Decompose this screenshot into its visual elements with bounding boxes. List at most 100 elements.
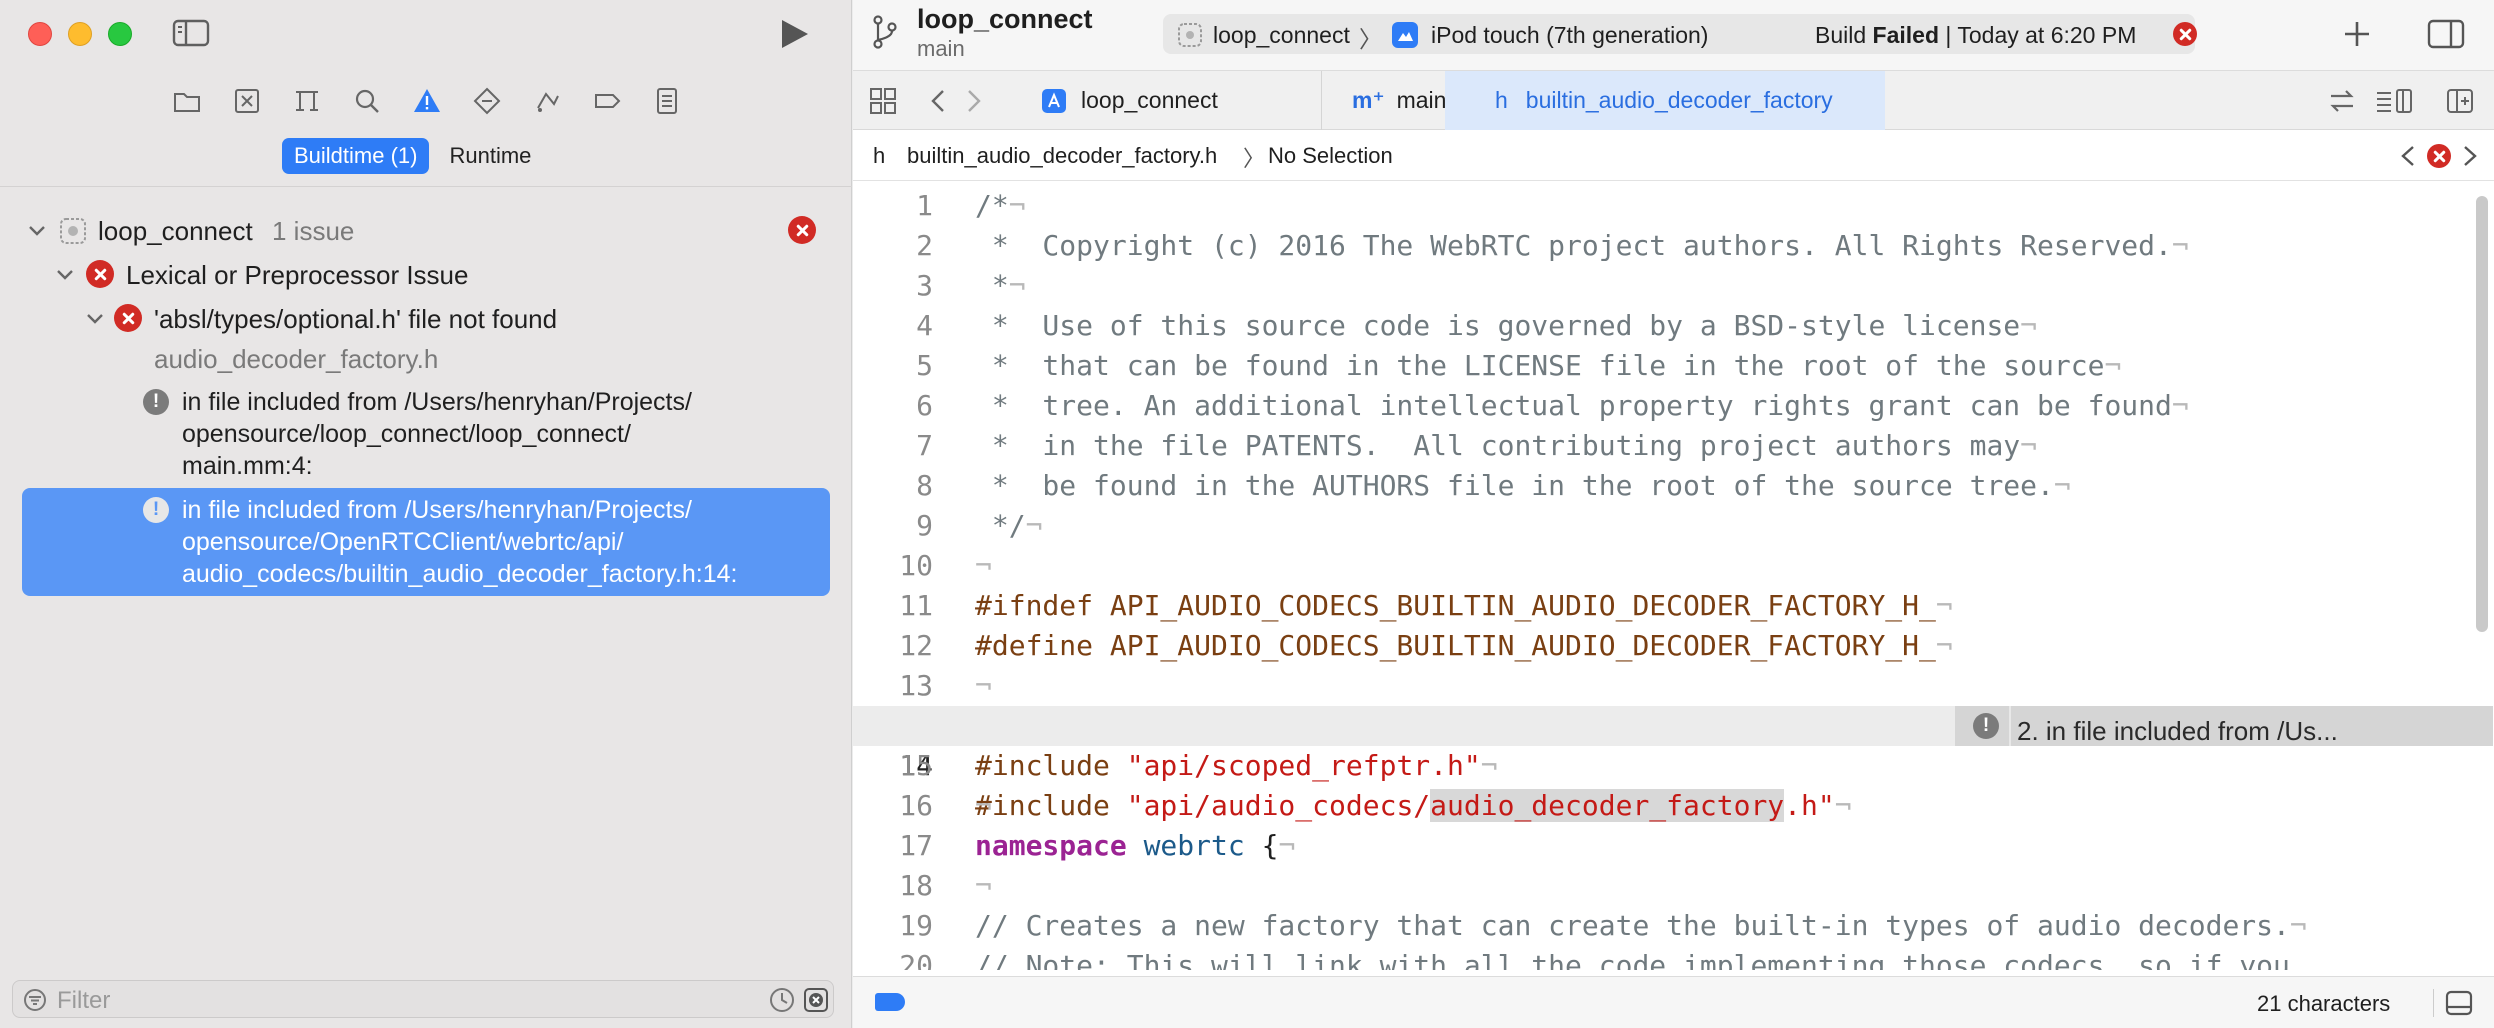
sidebar-toggle-icon[interactable]	[172, 18, 212, 48]
scheme-icon	[1178, 23, 1202, 47]
recent-filter-icon[interactable]	[769, 987, 795, 1013]
jump-bar-selection[interactable]: No Selection	[1268, 143, 1393, 169]
objc-file-icon: m⁺	[1352, 87, 1385, 113]
chevron-down-icon[interactable]	[26, 220, 48, 242]
error-icon	[788, 216, 816, 244]
vertical-scrollbar[interactable]	[2476, 196, 2488, 632]
chevron-down-icon[interactable]	[84, 308, 106, 330]
branch-icon	[873, 15, 897, 49]
project-name: loop_connect	[98, 216, 253, 246]
error-icon	[114, 304, 142, 332]
breakpoint-toggle-icon[interactable]	[875, 993, 905, 1011]
note-text: in file included from /Users/henryhan/Pr…	[182, 388, 692, 480]
note-text: in file included from /Users/henryhan/Pr…	[182, 496, 738, 588]
code-line: 9 */¬	[916, 509, 1043, 542]
error-file: audio_decoder_factory.h	[154, 344, 439, 374]
breakpoint-navigator-icon[interactable]	[588, 82, 626, 120]
code-line: 16 ¬	[899, 789, 992, 822]
issue-category-label: Lexical or Preprocessor Issue	[126, 260, 469, 290]
back-icon[interactable]	[929, 89, 947, 113]
split-editor-icon[interactable]	[2445, 87, 2475, 115]
issue-category-row[interactable]: Lexical or Preprocessor Issue	[0, 256, 852, 294]
error-filter-icon[interactable]	[803, 987, 829, 1013]
issue-navigator-icon[interactable]	[408, 82, 446, 120]
error-message: 'absl/types/optional.h' file not found	[154, 304, 558, 334]
add-icon[interactable]	[2341, 18, 2373, 50]
destination-selector[interactable]: iPod touch (7th generation)	[1431, 22, 1708, 49]
build-status: Build Failed | Today at 6:20 PM	[1815, 22, 2137, 48]
source-control-icon[interactable]	[228, 82, 266, 120]
code-line: 1/*¬	[916, 189, 1026, 222]
code-line: 3 *¬	[916, 269, 1026, 302]
character-count: 21 characters	[2257, 991, 2391, 1016]
chevron-down-icon[interactable]	[54, 264, 76, 286]
related-items-icon[interactable]	[2327, 87, 2357, 115]
current-code-line: 14 #include "api/audio_codecs/audio_deco…	[853, 706, 2493, 822]
inspector-toggle-icon[interactable]	[2427, 18, 2467, 50]
code-line: 12 #define API_AUDIO_CODECS_BUILTIN_AUDIO…	[899, 629, 1953, 662]
error-icon[interactable]	[2173, 22, 2197, 46]
chevron-right-icon: 〉	[1243, 146, 1266, 171]
tab-loop-connect[interactable]: loop_connect	[1033, 71, 1321, 130]
project-icon	[60, 218, 86, 244]
test-navigator-icon[interactable]	[468, 82, 506, 120]
find-icon[interactable]	[348, 82, 386, 120]
zoom-window-button[interactable]	[108, 22, 132, 46]
error-row[interactable]: 'absl/types/optional.h' file not found	[0, 300, 852, 338]
code-line: 6 * tree. An additional intellectual pro…	[916, 389, 2189, 422]
previous-issue-icon[interactable]	[2399, 145, 2417, 167]
forward-icon[interactable]	[965, 89, 983, 113]
issue-count: 1 issue	[272, 216, 355, 246]
jump-bar-file[interactable]: builtin_audio_decoder_factory.h	[907, 143, 1217, 169]
code-line: 19// Creates a new factory that can crea…	[899, 909, 2307, 942]
jump-bar: h builtin_audio_decoder_factory.h 〉 No S…	[853, 131, 2494, 181]
code-line: 10 ¬	[899, 549, 992, 582]
navigator-selector-bar	[168, 82, 686, 120]
debug-area-toggle-icon[interactable]	[2445, 989, 2473, 1017]
app-icon	[1042, 88, 1066, 113]
note-icon: !	[1973, 713, 1999, 739]
folder-icon[interactable]	[168, 82, 206, 120]
code-line: 5 * that can be found in the LICENSE fil…	[916, 349, 2122, 382]
source-editor[interactable]: 1/*¬ 2 * Copyright (c) 2016 The WebRTC p…	[853, 186, 2494, 970]
editor-tab-bar: loop_connect m⁺ main h builtin_audio_dec…	[853, 70, 2494, 130]
navigator-sidebar: Buildtime (1) Runtime loop_connect 1 iss…	[0, 0, 852, 1028]
next-issue-icon[interactable]	[2461, 145, 2479, 167]
note-icon: !	[143, 389, 169, 415]
editor-options-icon[interactable]	[2375, 87, 2415, 115]
code-line: 15 #include "api/scoped_refptr.h"¬	[899, 749, 1498, 782]
divider	[0, 186, 852, 187]
buildtime-tab[interactable]: Buildtime (1)	[282, 138, 430, 174]
minimize-window-button[interactable]	[68, 22, 92, 46]
inline-issue-annotation[interactable]: ! 2. in file included from /Us...	[1955, 706, 2493, 746]
runtime-tab[interactable]: Runtime	[437, 138, 543, 174]
project-row[interactable]: loop_connect 1 issue	[0, 212, 852, 250]
device-icon	[1392, 22, 1418, 48]
code-line: 20// Note: This will link with all the c…	[899, 949, 2290, 970]
filter-field[interactable]: Filter	[12, 980, 834, 1018]
close-window-button[interactable]	[28, 22, 52, 46]
tab-builtin-audio-decoder-factory[interactable]: h builtin_audio_decoder_factory	[1445, 71, 1885, 130]
grid-icon[interactable]	[869, 87, 897, 115]
filter-placeholder: Filter	[57, 987, 111, 1014]
code-line: 11 #ifndef API_AUDIO_CODECS_BUILTIN_AUDIO…	[899, 589, 1953, 622]
header-file-icon: h	[873, 143, 886, 168]
code-line: 2 * Copyright (c) 2016 The WebRTC projec…	[916, 229, 2189, 262]
debug-navigator-icon[interactable]	[528, 82, 566, 120]
code-line: 4 * Use of this source code is governed …	[916, 309, 2038, 342]
error-icon	[2427, 144, 2451, 168]
issue-scope-segmented-control: Buildtime (1) Runtime	[282, 138, 543, 174]
symbol-navigator-icon[interactable]	[288, 82, 326, 120]
report-navigator-icon[interactable]	[648, 82, 686, 120]
code-line: 17 namespace webrtc {¬	[899, 829, 1296, 862]
editor-status-bar: 21 characters	[853, 976, 2494, 1028]
branch-name: main	[917, 36, 965, 61]
error-icon	[86, 260, 114, 288]
project-title: loop_connect	[917, 4, 1093, 34]
editor-area: loop_connect main loop_connect 〉 iPod to…	[853, 0, 2494, 1028]
window-toolbar: loop_connect main loop_connect 〉 iPod to…	[853, 0, 2494, 70]
scheme-selector[interactable]: loop_connect	[1213, 22, 1350, 49]
error-file-row: audio_decoder_factory.h	[0, 342, 852, 378]
run-button[interactable]	[776, 16, 812, 52]
code-line: 18 ¬	[899, 869, 992, 902]
